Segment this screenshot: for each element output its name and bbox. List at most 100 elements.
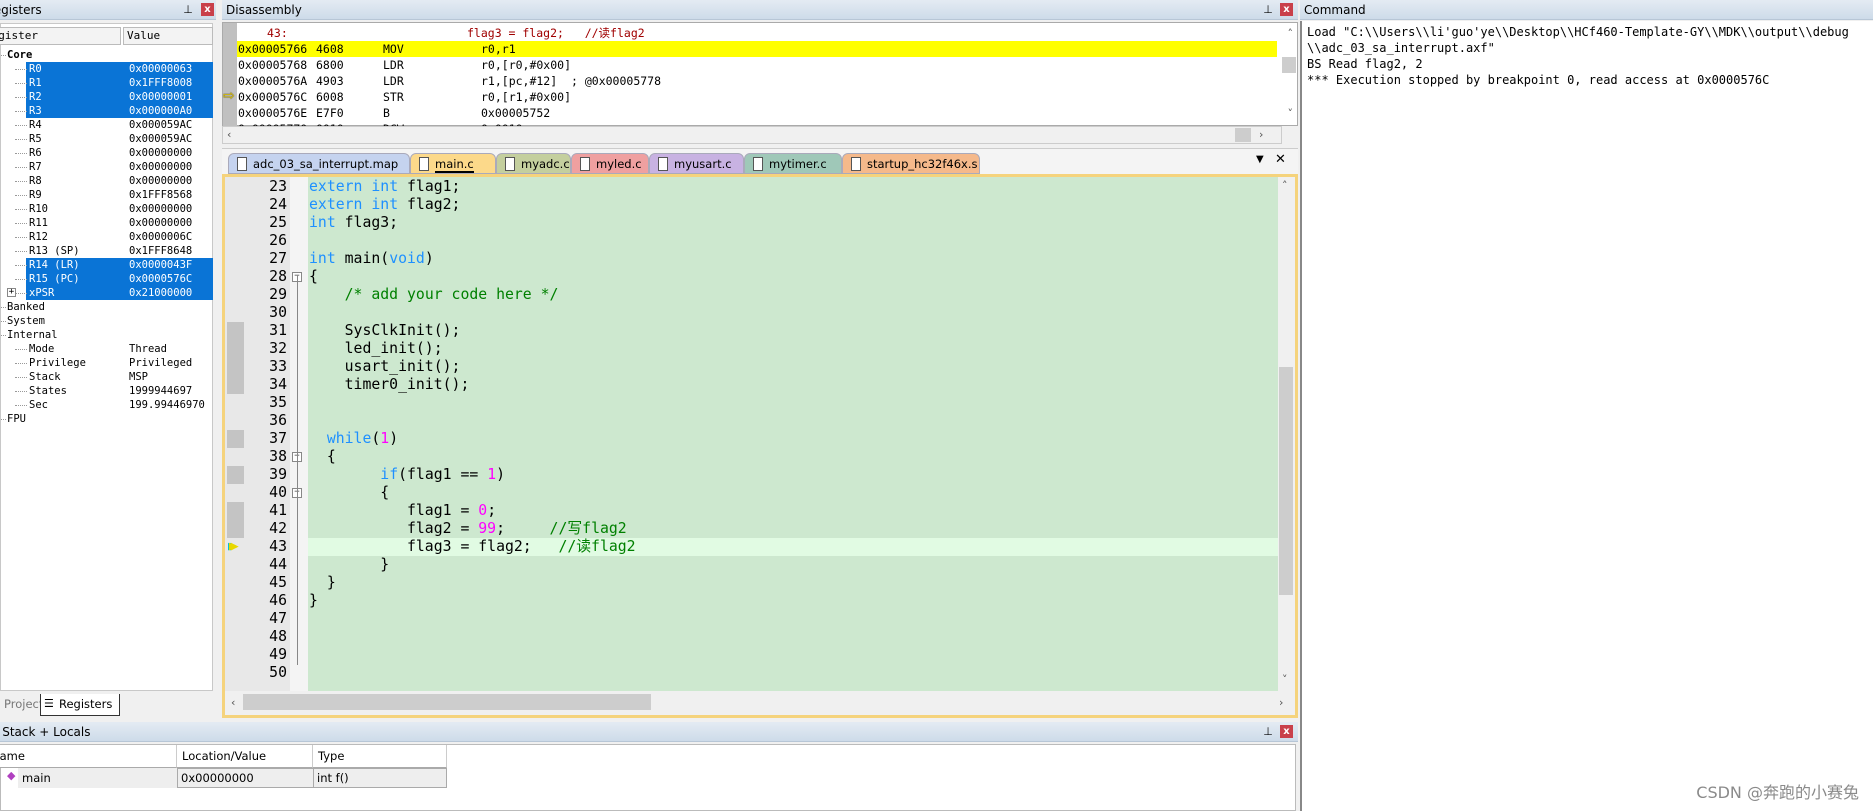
register-value: 0x21000000	[129, 287, 193, 299]
scroll-down-icon[interactable]: ˅	[1282, 673, 1288, 686]
pin-icon[interactable]: ⊥	[182, 3, 194, 17]
register-value: 0x000000A0	[129, 105, 193, 117]
column-header-value[interactable]: Value	[123, 27, 213, 45]
number-literal: 1	[487, 466, 497, 483]
register-row[interactable]: Privilege Privileged	[1, 356, 213, 370]
code-token: usart_init();	[309, 358, 461, 375]
table-row[interactable]: ◆ main 0x00000000 int f()	[0, 768, 447, 788]
scroll-right-icon[interactable]: ›	[1259, 128, 1263, 141]
instr-addr: 0x0000576C	[238, 90, 308, 104]
disassembly-view[interactable]: 43: flag3 = flag2; //读flag2 0x00005766 46…	[222, 22, 1298, 136]
chevron-down-icon[interactable]: ▼	[1256, 154, 1264, 165]
watermark: CSDN @奔跑的小赛兔	[1696, 783, 1859, 802]
register-row[interactable]: R5 0x000059AC	[1, 132, 213, 146]
horizontal-scrollbar-thumb[interactable]	[1235, 128, 1251, 142]
tab-project[interactable]: Project	[0, 694, 43, 716]
scroll-left-icon[interactable]: ‹	[231, 696, 235, 709]
vertical-scrollbar-thumb[interactable]	[1282, 57, 1296, 73]
code-token: )	[424, 250, 434, 267]
tab-registers[interactable]: ☰ Registers	[40, 694, 120, 716]
line-number: 43	[269, 538, 287, 555]
scroll-left-icon[interactable]: ‹	[227, 128, 231, 141]
register-row[interactable]: Core	[1, 48, 213, 62]
vertical-scrollbar-thumb[interactable]	[1279, 367, 1293, 595]
scroll-up-icon[interactable]: ˄	[1282, 179, 1288, 192]
close-icon[interactable]: x	[1280, 3, 1293, 16]
register-value: 0x0000576C	[129, 273, 193, 285]
expand-icon[interactable]: +	[7, 288, 16, 297]
row-type: int f()	[313, 768, 447, 788]
registers-tree: Register Value Core R0 0x00000063 R1 0x1FFF8…	[0, 23, 213, 691]
column-header-type[interactable]: Type	[313, 745, 447, 768]
register-row[interactable]: R0 0x00000063	[1, 62, 213, 76]
register-row[interactable]: + xPSR 0x21000000	[1, 286, 213, 300]
column-header-name[interactable]: Name	[0, 745, 177, 768]
close-icon[interactable]: x	[201, 3, 214, 16]
code-editor[interactable]: 23 extern int flag1; 24 extern int flag2; 25…	[222, 174, 1298, 718]
tab-myusart-c[interactable]: myusart.c	[649, 153, 744, 174]
close-icon[interactable]: ✕	[1275, 152, 1286, 167]
horizontal-scrollbar-thumb[interactable]	[243, 694, 651, 710]
register-row[interactable]: R1 0x1FFF8008	[1, 76, 213, 90]
tab-myadc-c[interactable]: myadc.c	[496, 153, 571, 174]
register-row[interactable]: R4 0x000059AC	[1, 118, 213, 132]
register-row[interactable]: R6 0x00000000	[1, 146, 213, 160]
horizontal-scrollbar[interactable]: ‹ ›	[222, 126, 1282, 144]
register-row[interactable]: Banked	[1, 300, 213, 314]
register-row[interactable]: R9 0x1FFF8568	[1, 188, 213, 202]
register-row[interactable]: Mode Thread	[1, 342, 213, 356]
row-name: main	[18, 768, 177, 788]
code-line: 46}	[225, 592, 1280, 610]
tree-line	[15, 209, 27, 210]
tab-mytimer-c[interactable]: mytimer.c	[744, 153, 842, 174]
call-stack-title-bar: Call Stack + Locals ⊥ x	[0, 722, 1298, 742]
disassembly-row[interactable]: 0x0000576A 4903 LDR r1,[pc,#12] ; @0x000057…	[237, 73, 1277, 89]
register-row[interactable]: R11 0x00000000	[1, 216, 213, 230]
register-row[interactable]: System	[1, 314, 213, 328]
close-icon[interactable]: x	[1280, 725, 1293, 738]
register-row[interactable]: R13 (SP) 0x1FFF8648	[1, 244, 213, 258]
scroll-right-icon[interactable]: ›	[1279, 696, 1283, 709]
scroll-down-icon[interactable]: ˅	[1288, 107, 1294, 120]
register-row[interactable]: R15 (PC) 0x0000576C	[1, 272, 213, 286]
register-row[interactable]: R3 0x000000A0	[1, 104, 213, 118]
register-row[interactable]: FPU	[1, 412, 213, 426]
register-name: Stack	[29, 371, 61, 383]
register-row[interactable]: R10 0x00000000	[1, 202, 213, 216]
disassembly-row[interactable]: 0x00005766 4608 MOV r0,r1	[237, 41, 1277, 57]
vertical-scrollbar[interactable]: ˄ ˅	[1278, 177, 1295, 691]
instr-args: 0x00005752	[481, 106, 551, 120]
code-token: flag3 = flag2;	[309, 538, 559, 555]
disassembly-row[interactable]: 0x00005768 6800 LDR r0,[r0,#0x00]	[237, 57, 1277, 73]
pin-icon[interactable]: ⊥	[1262, 725, 1274, 739]
disassembly-row[interactable]: 0x0000576E E7F0 B 0x00005752	[237, 105, 1277, 121]
tab-myled-c[interactable]: myled.c	[571, 153, 649, 174]
register-row[interactable]: R12 0x0000006C	[1, 230, 213, 244]
scroll-up-icon[interactable]: ˄	[1288, 27, 1294, 40]
command-output[interactable]: Load "C:\\Users\\li'guo'ye\\Desktop\\HCf…	[1300, 21, 1873, 811]
disassembly-title: Disassembly	[226, 3, 302, 17]
code-token: flag1;	[398, 178, 461, 195]
register-row[interactable]: Internal	[1, 328, 213, 342]
horizontal-scrollbar[interactable]: ‹ ›	[225, 691, 1295, 715]
code-text: }	[309, 574, 336, 592]
code-text: timer0_init();	[309, 376, 470, 394]
register-row[interactable]: States 1999944697	[1, 384, 213, 398]
register-row[interactable]: R8 0x00000000	[1, 174, 213, 188]
register-row[interactable]: R7 0x00000000	[1, 160, 213, 174]
tab-main-c[interactable]: main.c	[410, 153, 496, 174]
tab-startup-hc32f46x-s[interactable]: startup_hc32f46x.s	[842, 153, 980, 174]
register-row[interactable]: R2 0x00000001	[1, 90, 213, 104]
register-row[interactable]: R14 (LR) 0x0000043F	[1, 258, 213, 272]
tab-adc-03-sa-interrupt-map[interactable]: adc_03_sa_interrupt.map	[228, 153, 410, 174]
column-header-register[interactable]: Register	[0, 27, 121, 45]
disassembly-row[interactable]: 0x0000576C 6008 STR r0,[r1,#0x00]	[237, 89, 1277, 105]
register-name: R3	[29, 105, 42, 117]
code-line: 48	[225, 628, 1280, 646]
register-row[interactable]: Sec 199.99446970	[1, 398, 213, 412]
register-row[interactable]: Stack MSP	[1, 370, 213, 384]
column-label: Location/Value	[182, 749, 267, 763]
column-header-location[interactable]: Location/Value	[177, 745, 313, 768]
pin-icon[interactable]: ⊥	[1262, 3, 1274, 17]
register-name: System	[7, 315, 45, 327]
